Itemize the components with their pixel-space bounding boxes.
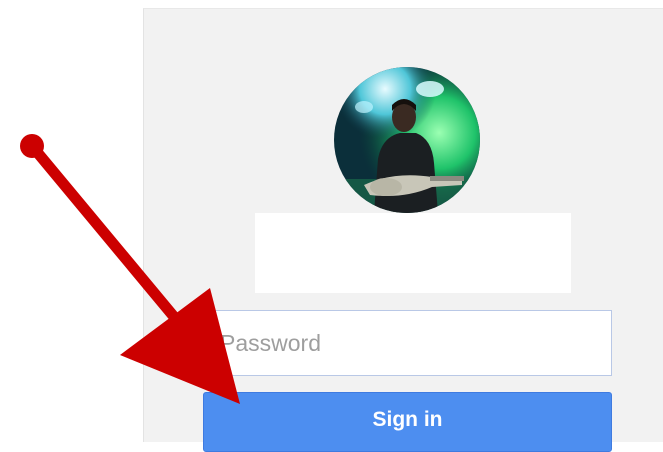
avatar-image: [334, 67, 480, 213]
signin-button[interactable]: Sign in: [203, 392, 612, 452]
password-input[interactable]: [203, 310, 612, 376]
profile-avatar: [334, 67, 480, 213]
account-name-box: [255, 213, 571, 293]
